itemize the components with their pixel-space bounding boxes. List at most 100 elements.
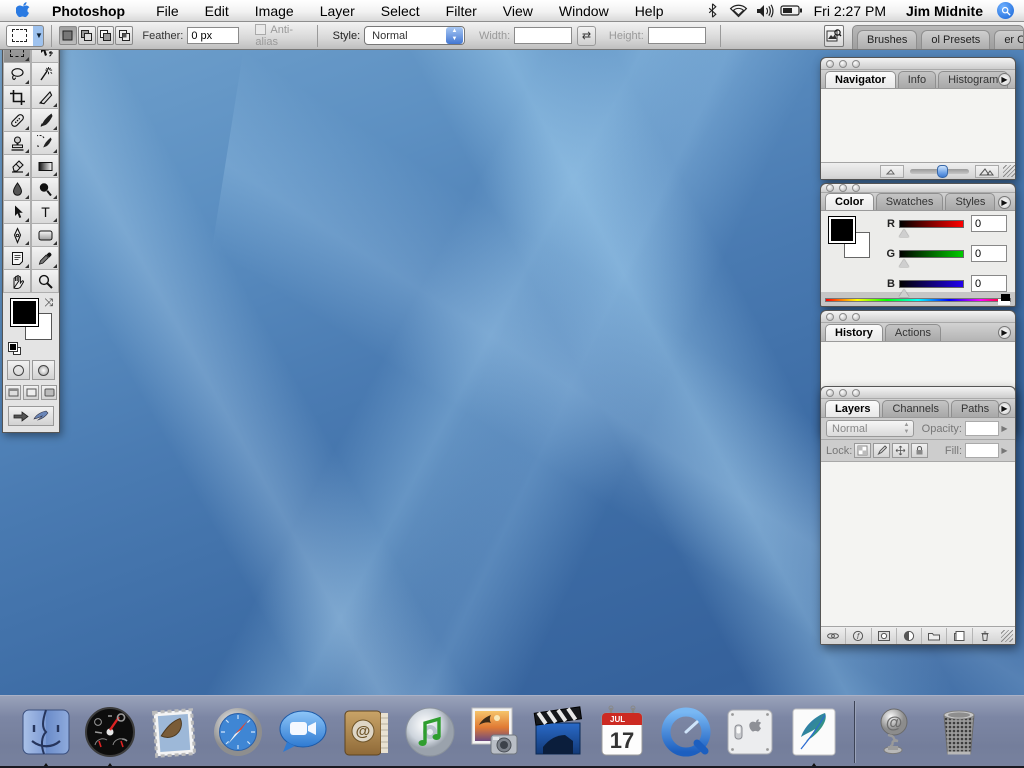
- file-browser-button[interactable]: [824, 25, 844, 47]
- dock-item-system-preferences[interactable]: [721, 703, 779, 761]
- antialias-checkbox[interactable]: [255, 24, 266, 35]
- blue-slider[interactable]: [899, 280, 964, 288]
- layer-style-button[interactable]: f: [846, 628, 871, 644]
- tool-eraser[interactable]: [3, 155, 31, 178]
- color-spectrum-ramp[interactable]: [825, 298, 1011, 302]
- tool-path-selection[interactable]: [3, 201, 31, 224]
- tool-blur[interactable]: [3, 178, 31, 201]
- layer-mask-button[interactable]: [872, 628, 897, 644]
- default-colors-icon[interactable]: [9, 343, 21, 355]
- new-selection-button[interactable]: [59, 26, 77, 45]
- dock-item-safari[interactable]: [209, 703, 267, 761]
- adjustment-layer-button[interactable]: [897, 628, 922, 644]
- zoom-icon[interactable]: [852, 389, 860, 397]
- zoom-icon[interactable]: [852, 60, 860, 68]
- tab-history[interactable]: History: [825, 324, 883, 341]
- close-icon[interactable]: [826, 313, 834, 321]
- close-icon[interactable]: [826, 60, 834, 68]
- palette-titlebar[interactable]: [821, 387, 1015, 399]
- standard-mode-button[interactable]: [7, 360, 30, 380]
- tool-notes[interactable]: [3, 247, 31, 270]
- zoom-in-button[interactable]: [975, 165, 999, 178]
- antialias-checkbox-row[interactable]: Anti-alias: [255, 24, 305, 48]
- tab-actions[interactable]: Actions: [885, 324, 941, 341]
- red-slider[interactable]: [899, 220, 964, 228]
- intersect-selection-button[interactable]: [115, 26, 133, 45]
- menu-user[interactable]: Jim Midnite: [896, 3, 993, 19]
- tool-preset-picker[interactable]: ▼: [6, 25, 44, 47]
- tool-clone-stamp[interactable]: [3, 132, 31, 155]
- palette-well-tab-tool-presets[interactable]: ol Presets: [921, 30, 990, 49]
- dock-item-address-book[interactable]: @: [337, 703, 395, 761]
- dock-item-photoshop[interactable]: [785, 703, 843, 761]
- red-slider-thumb[interactable]: [899, 229, 909, 237]
- dock-item-iphoto[interactable]: [465, 703, 523, 761]
- swap-colors-icon[interactable]: ⤨: [44, 297, 53, 310]
- apple-menu[interactable]: [8, 1, 38, 21]
- dock-item-mail[interactable]: [145, 703, 203, 761]
- green-value-input[interactable]: [971, 245, 1007, 262]
- battery-icon[interactable]: [778, 5, 804, 16]
- zoom-out-button[interactable]: [880, 165, 904, 178]
- feather-input[interactable]: [187, 27, 239, 44]
- close-icon[interactable]: [826, 389, 834, 397]
- tool-magic-wand[interactable]: [31, 63, 59, 86]
- blue-slider-thumb[interactable]: [899, 289, 909, 297]
- tool-pen[interactable]: [3, 224, 31, 247]
- tab-color[interactable]: Color: [825, 193, 874, 210]
- dock-item-finder[interactable]: [17, 703, 75, 761]
- menu-photoshop[interactable]: Photoshop: [38, 3, 143, 19]
- menu-view[interactable]: View: [490, 3, 546, 19]
- quick-mask-mode-button[interactable]: [32, 360, 55, 380]
- subtract-from-selection-button[interactable]: [97, 26, 115, 45]
- tool-zoom[interactable]: [31, 270, 59, 293]
- palette-well-tab-brushes[interactable]: Brushes: [857, 30, 917, 49]
- tool-healing-brush[interactable]: [3, 109, 31, 132]
- tab-swatches[interactable]: Swatches: [876, 193, 944, 210]
- tool-slice[interactable]: [31, 86, 59, 109]
- menu-image[interactable]: Image: [242, 3, 307, 19]
- tool-dodge[interactable]: [31, 178, 59, 201]
- tab-info[interactable]: Info: [898, 71, 936, 88]
- tool-history-brush[interactable]: [31, 132, 59, 155]
- dock-item-itunes[interactable]: [401, 703, 459, 761]
- menu-select[interactable]: Select: [368, 3, 433, 19]
- dock-item-imovie[interactable]: [529, 703, 587, 761]
- new-layer-button[interactable]: [947, 628, 972, 644]
- add-to-selection-button[interactable]: [78, 26, 96, 45]
- palette-titlebar[interactable]: [821, 311, 1015, 323]
- blend-mode-select[interactable]: Normal ▲▼: [826, 420, 914, 437]
- zoom-slider[interactable]: [910, 169, 969, 174]
- blue-value-input[interactable]: [971, 275, 1007, 292]
- new-group-button[interactable]: [922, 628, 947, 644]
- fullscreen-menubar-button[interactable]: [23, 385, 39, 400]
- minimize-icon[interactable]: [839, 389, 847, 397]
- palette-titlebar[interactable]: [821, 58, 1015, 70]
- zoom-icon[interactable]: [852, 184, 860, 192]
- tab-layers[interactable]: Layers: [825, 400, 880, 417]
- standard-screen-button[interactable]: [5, 385, 21, 400]
- bluetooth-icon[interactable]: [700, 3, 726, 18]
- resize-grip[interactable]: [1001, 630, 1013, 642]
- menu-help[interactable]: Help: [622, 3, 677, 19]
- fill-input[interactable]: [965, 443, 999, 458]
- lock-image-button[interactable]: [873, 443, 890, 458]
- palette-menu-button[interactable]: ▶: [998, 326, 1011, 339]
- dock-item-trash[interactable]: [930, 703, 988, 761]
- green-slider-thumb[interactable]: [899, 259, 909, 267]
- dock-item-web-link[interactable]: @: [866, 703, 924, 761]
- palette-menu-button[interactable]: ▶: [998, 402, 1011, 415]
- tool-brush[interactable]: [31, 109, 59, 132]
- opacity-input[interactable]: [965, 421, 999, 436]
- opacity-arrow-icon[interactable]: ▶: [999, 421, 1010, 436]
- tool-lasso[interactable]: [3, 63, 31, 86]
- menu-edit[interactable]: Edit: [192, 3, 242, 19]
- tool-shape[interactable]: [31, 224, 59, 247]
- airport-icon[interactable]: [726, 4, 752, 18]
- tab-navigator[interactable]: Navigator: [825, 71, 896, 88]
- menu-layer[interactable]: Layer: [307, 3, 368, 19]
- tab-paths[interactable]: Paths: [951, 400, 999, 417]
- lock-position-button[interactable]: [892, 443, 909, 458]
- fullscreen-button[interactable]: [41, 385, 57, 400]
- red-value-input[interactable]: [971, 215, 1007, 232]
